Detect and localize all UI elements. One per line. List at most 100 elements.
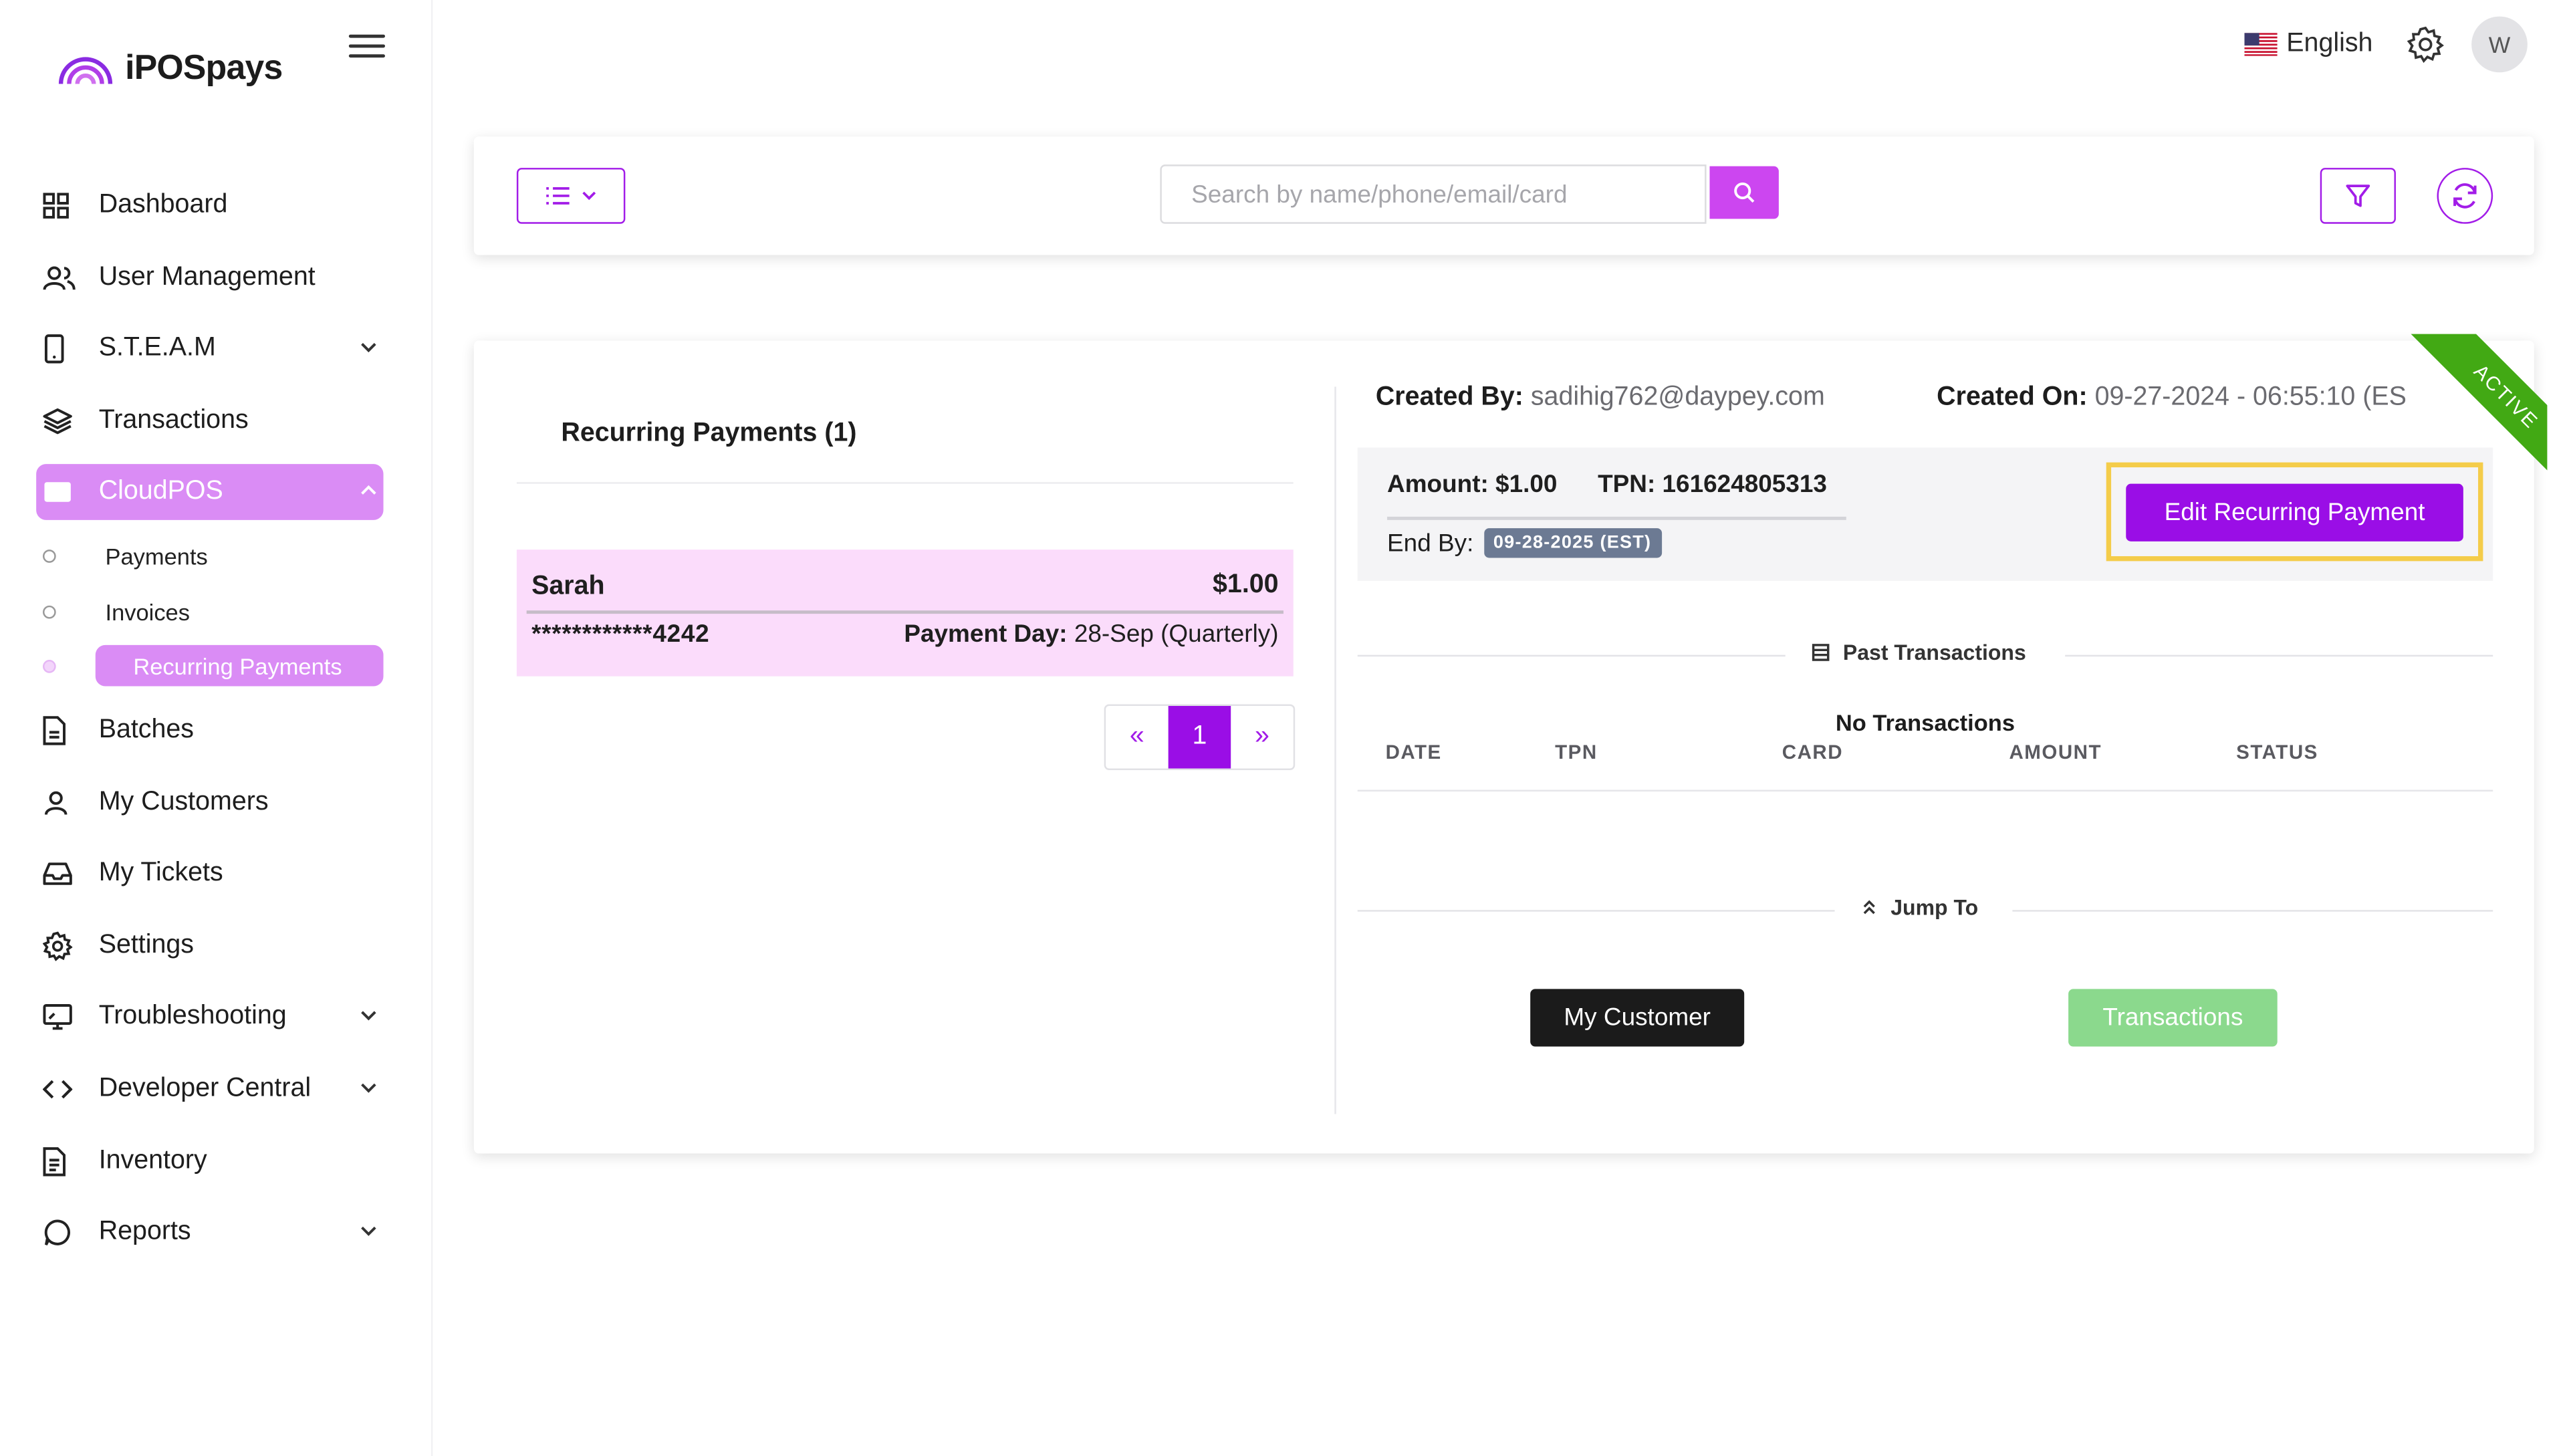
chevron-down-icon bbox=[357, 1219, 380, 1242]
recurring-payment-row[interactable]: Sarah $1.00 ************4242 Payment Day… bbox=[516, 550, 1294, 677]
sidebar-item-label: Developer Central bbox=[98, 1074, 312, 1103]
row-divider bbox=[526, 610, 1284, 613]
bullet-icon bbox=[42, 604, 56, 618]
pagination-prev[interactable]: « bbox=[1106, 706, 1169, 769]
sidebar-subitem-label: Invoices bbox=[105, 598, 190, 625]
filter-icon bbox=[2346, 185, 2370, 207]
end-by-label: End By: bbox=[1387, 529, 1474, 558]
sidebar-subitem-payments[interactable]: Payments bbox=[36, 535, 383, 576]
sidebar-item-label: S.T.E.A.M bbox=[98, 334, 216, 362]
settings-gear-icon[interactable] bbox=[2406, 25, 2445, 64]
sidebar-item-label: Dashboard bbox=[98, 191, 228, 219]
created-by: Created By: sadihig762@daypey.com bbox=[1376, 384, 1825, 413]
column-header-tpn: TPN bbox=[1555, 740, 1598, 764]
recurring-payments-card: Recurring Payments (1) Sarah $1.00 *****… bbox=[473, 334, 2548, 1154]
sidebar-item-label: Troubleshooting bbox=[98, 1002, 287, 1030]
users-icon bbox=[43, 261, 89, 294]
sidebar-item-settings[interactable]: Settings bbox=[36, 919, 383, 975]
file-icon bbox=[43, 714, 89, 747]
menu-toggle-icon[interactable] bbox=[348, 29, 385, 62]
sidebar-item-label: CloudPOS bbox=[98, 477, 223, 505]
sidebar-item-label: Reports bbox=[98, 1217, 191, 1246]
sidebar-item-label: My Customers bbox=[98, 788, 269, 816]
list-icon bbox=[546, 187, 570, 205]
table-icon bbox=[1812, 644, 1830, 661]
jump-to-header: Jump To bbox=[1357, 894, 2493, 927]
edit-recurring-payment-button[interactable]: Edit Recurring Payment bbox=[2126, 483, 2463, 541]
table-divider bbox=[1357, 790, 2493, 792]
document-icon bbox=[43, 1145, 89, 1178]
divider bbox=[516, 482, 1294, 484]
empty-state: No Transactions bbox=[1835, 709, 2015, 736]
language-label: English bbox=[2286, 29, 2373, 58]
sidebar: iPOSpays Dashboard User Management S.T.E… bbox=[0, 0, 433, 1456]
pagination: « 1 » bbox=[1104, 704, 1296, 770]
search-input[interactable] bbox=[1160, 164, 1707, 224]
payment-day: Payment Day: 28-Sep (Quarterly) bbox=[904, 620, 1278, 648]
sidebar-subitem-invoices[interactable]: Invoices bbox=[36, 591, 383, 632]
created-by-label: Created By: bbox=[1375, 383, 1523, 412]
refresh-icon bbox=[2453, 183, 2477, 209]
chevron-down-icon bbox=[582, 191, 596, 201]
sidebar-item-my-customers[interactable]: My Customers bbox=[36, 775, 383, 831]
vertical-divider bbox=[1334, 386, 1336, 1114]
chat-icon bbox=[43, 1216, 89, 1249]
chevron-down-icon bbox=[357, 336, 380, 358]
toolbar bbox=[473, 136, 2534, 255]
bullet-icon bbox=[42, 658, 56, 673]
transactions-button[interactable]: Transactions bbox=[2068, 989, 2278, 1047]
rainbow-logo-icon bbox=[58, 57, 113, 84]
created-on-label: Created On: bbox=[1937, 383, 2088, 412]
inbox-icon bbox=[43, 857, 89, 890]
sidebar-item-label: User Management bbox=[98, 263, 316, 291]
created-by-value: sadihig762@daypey.com bbox=[1530, 383, 1825, 412]
double-chevron-up-icon bbox=[1863, 900, 1875, 915]
sidebar-subitem-label: Payments bbox=[105, 542, 208, 569]
column-header-date: DATE bbox=[1385, 740, 1442, 764]
pagination-next[interactable]: » bbox=[1231, 706, 1294, 769]
payment-day-label: Payment Day: bbox=[904, 620, 1068, 648]
sidebar-item-developer-central[interactable]: Developer Central bbox=[36, 1062, 383, 1118]
sidebar-item-reports[interactable]: Reports bbox=[36, 1205, 383, 1261]
created-on-value: 09-27-2024 - 06:55:10 (ES bbox=[2094, 383, 2407, 412]
layers-icon bbox=[43, 405, 89, 438]
avatar[interactable]: W bbox=[2471, 16, 2528, 73]
masked-card-number: ************4242 bbox=[531, 620, 710, 648]
sidebar-subitem-recurring-payments[interactable]: Recurring Payments bbox=[36, 644, 384, 687]
view-toggle-button[interactable] bbox=[516, 168, 626, 224]
topbar-right: English W bbox=[2243, 16, 2528, 73]
end-by: End By: 09-28-2025 (EST) bbox=[1387, 528, 1662, 558]
gear-icon bbox=[42, 930, 89, 963]
sidebar-item-cloudpos[interactable]: CloudPOS bbox=[36, 464, 384, 520]
sidebar-item-batches[interactable]: Batches bbox=[36, 703, 383, 759]
pagination-page[interactable]: 1 bbox=[1168, 705, 1231, 769]
sidebar-item-user-management[interactable]: User Management bbox=[36, 250, 383, 306]
language-selector[interactable]: English bbox=[2243, 29, 2372, 59]
refresh-button[interactable] bbox=[2437, 168, 2493, 224]
sidebar-item-dashboard[interactable]: Dashboard bbox=[36, 178, 383, 234]
tablet-icon bbox=[43, 332, 89, 365]
brand-logo[interactable]: iPOSpays bbox=[56, 49, 283, 89]
column-header-amount: AMOUNT bbox=[2009, 740, 2102, 764]
search-button[interactable] bbox=[1709, 166, 1779, 219]
sidebar-subitem-label: Recurring Payments bbox=[133, 652, 342, 679]
chevron-down-icon bbox=[357, 1076, 380, 1099]
payment-amount: $1.00 bbox=[1213, 571, 1279, 599]
monitor-icon bbox=[43, 1001, 89, 1034]
sidebar-item-my-tickets[interactable]: My Tickets bbox=[36, 846, 383, 902]
user-icon bbox=[43, 787, 89, 820]
bullet-icon bbox=[42, 548, 56, 562]
sidebar-item-steam[interactable]: S.T.E.A.M bbox=[36, 321, 383, 377]
payment-day-value: 28-Sep (Quarterly) bbox=[1074, 620, 1279, 648]
grid-icon bbox=[43, 189, 89, 222]
sidebar-item-transactions[interactable]: Transactions bbox=[36, 393, 383, 449]
sidebar-item-troubleshooting[interactable]: Troubleshooting bbox=[36, 989, 383, 1045]
us-flag-icon bbox=[2243, 33, 2277, 56]
sidebar-item-label: Batches bbox=[98, 715, 194, 744]
sidebar-item-inventory[interactable]: Inventory bbox=[36, 1134, 383, 1190]
past-transactions-header: Past Transactions bbox=[1357, 638, 2493, 671]
filter-button[interactable] bbox=[2320, 168, 2396, 224]
column-header-status: STATUS bbox=[2236, 740, 2318, 764]
card-icon bbox=[43, 475, 89, 508]
my-customer-button[interactable]: My Customer bbox=[1530, 989, 1745, 1047]
